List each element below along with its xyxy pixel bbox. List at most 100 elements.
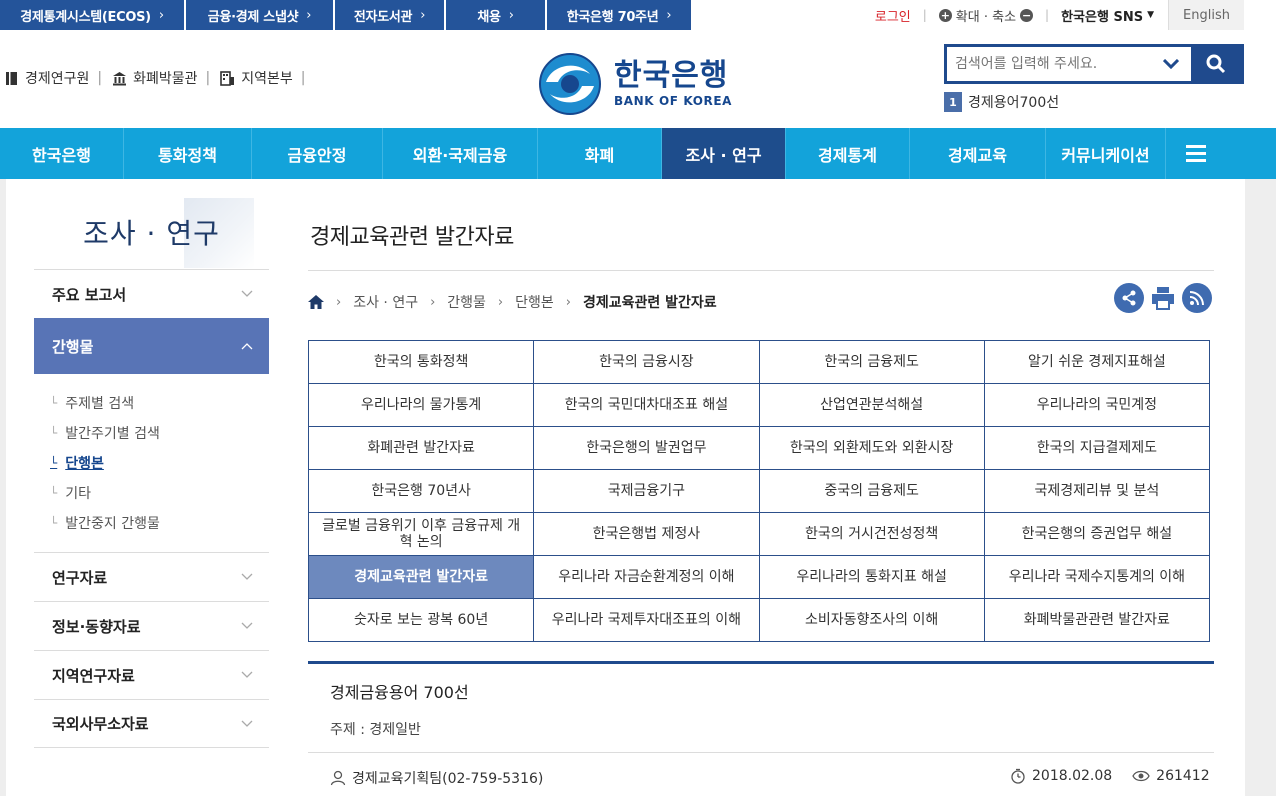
zoom-in-icon[interactable]: +: [938, 8, 952, 22]
publication-link[interactable]: 소비자동향조사의 이해: [758, 598, 985, 642]
publication-link[interactable]: 한국의 외환제도와 외환시장: [758, 426, 985, 470]
bank-logo[interactable]: 한국은행 BANK OF KOREA: [538, 52, 732, 116]
publication-link[interactable]: 중국의 금융제도: [758, 469, 985, 513]
publication-link[interactable]: 우리나라 국제투자대조표의 이해: [533, 598, 760, 642]
publication-link[interactable]: 한국은행법 제정사: [533, 512, 760, 556]
nav-item-education[interactable]: 경제교육: [910, 128, 1046, 179]
sidebar-subitem-label: 주제별 검색: [65, 396, 135, 412]
nav-item-communication[interactable]: 커뮤니케이션: [1046, 128, 1166, 179]
publication-link[interactable]: 국제금융기구: [533, 469, 760, 513]
sidebar-item-research-data[interactable]: 연구자료: [34, 552, 269, 601]
nav-item-research[interactable]: 조사 · 연구: [662, 128, 786, 179]
publication-link[interactable]: 한국은행의 증권업무 해설: [983, 512, 1211, 556]
publication-link[interactable]: 한국의 국민대차대조표 해설: [533, 383, 760, 427]
publication-link[interactable]: 국제경제리뷰 및 분석: [983, 469, 1211, 513]
header-link-institute[interactable]: 경제연구원: [4, 68, 89, 88]
popular-keyword[interactable]: 1 경제용어700선: [944, 92, 1059, 112]
chevron-right-icon: ›: [565, 294, 571, 310]
publication-link[interactable]: 한국은행 70년사: [307, 469, 535, 513]
quick-link-ecos[interactable]: 경제통계시스템(ECOS) ›: [0, 0, 184, 30]
breadcrumb-item[interactable]: 조사 · 연구: [353, 292, 418, 312]
nav-item-monetary-policy[interactable]: 통화정책: [124, 128, 252, 179]
search-button[interactable]: [1191, 47, 1241, 81]
sidebar-item-label: 국외사무소자료: [52, 715, 149, 733]
sidebar-subitem-books[interactable]: └ 단행본: [50, 448, 269, 478]
publication-link[interactable]: 화폐박물관관련 발간자료: [983, 598, 1211, 642]
publication-link[interactable]: 한국의 금융제도: [758, 340, 985, 384]
all-menu-button[interactable]: [1166, 128, 1226, 179]
museum-icon: [113, 71, 127, 85]
publication-link[interactable]: 우리나라의 물가통계: [307, 383, 535, 427]
breadcrumb-item[interactable]: 단행본: [515, 292, 554, 312]
share-button[interactable]: [1114, 283, 1144, 313]
quick-link-library[interactable]: 전자도서관 ›: [335, 0, 444, 30]
publication-link[interactable]: 한국은행의 발권업무: [533, 426, 760, 470]
zoom-out-icon[interactable]: −: [1020, 8, 1034, 22]
publication-link[interactable]: 글로벌 금융위기 이후 금융규제 개혁 논의: [307, 512, 535, 556]
header-link-label: 지역본부: [241, 71, 293, 87]
nav-item-financial-stability[interactable]: 금융안정: [252, 128, 383, 179]
sidebar-item-main-reports[interactable]: 주요 보고서: [34, 269, 269, 318]
sidebar-item-regional-research[interactable]: 지역연구자료: [34, 650, 269, 699]
header-link-regional[interactable]: 지역본부: [220, 68, 293, 88]
chevron-right-icon: ›: [666, 7, 672, 23]
sidebar-subitem-discontinued[interactable]: └ 발간중지 간행물: [50, 508, 269, 538]
caret-down-icon: ▼: [1147, 10, 1154, 20]
sidebar-item-info-trends[interactable]: 정보·동향자료: [34, 601, 269, 650]
sidebar-item-overseas-offices[interactable]: 국외사무소자료: [34, 699, 269, 748]
sidebar-subitem-by-subject[interactable]: └ 주제별 검색: [50, 388, 269, 418]
quick-link-recruit[interactable]: 채용 ›: [446, 0, 545, 30]
sidebar-subitem-label: 기타: [65, 486, 91, 502]
grid-row: 숫자로 보는 광복 60년 우리나라 국제투자대조표의 이해 소비자동향조사의 이해…: [307, 598, 1211, 642]
rss-button[interactable]: [1182, 283, 1212, 313]
nav-item-currency[interactable]: 화폐: [538, 128, 662, 179]
publication-meta: 2018.02.08 261412: [1010, 768, 1210, 784]
print-button[interactable]: [1148, 283, 1178, 313]
sidebar-item-publications[interactable]: 간행물: [34, 318, 269, 374]
publication-link[interactable]: 우리나라 자금순환계정의 이해: [533, 555, 760, 599]
publication-link[interactable]: 한국의 거시건전성정책: [758, 512, 985, 556]
publication-link[interactable]: 화폐관련 발간자료: [307, 426, 535, 470]
building-icon: [220, 70, 235, 86]
publication-link[interactable]: 우리나라 국제수지통계의 이해: [983, 555, 1211, 599]
publication-link[interactable]: 경제교육관련 발간자료: [307, 555, 535, 599]
detail-top-border: [308, 661, 1214, 664]
publication-link[interactable]: 우리나라의 국민계정: [983, 383, 1211, 427]
logo-text: 한국은행 BANK OF KOREA: [614, 58, 732, 109]
nav-item-bok[interactable]: 한국은행: [0, 128, 124, 179]
sidebar-title: 조사 · 연구: [83, 217, 220, 250]
search-icon: [1206, 54, 1226, 74]
logo-korean: 한국은행: [614, 58, 729, 93]
english-link[interactable]: English: [1168, 0, 1244, 30]
divider: |: [300, 70, 306, 86]
sns-dropdown[interactable]: 한국은행 SNS ▼: [1061, 6, 1154, 25]
share-icon: [1122, 290, 1136, 306]
login-link[interactable]: 로그인: [875, 6, 911, 25]
publication-link[interactable]: 산업연관분석해설: [758, 383, 985, 427]
quick-link-snapshot[interactable]: 금융·경제 스냅샷 ›: [186, 0, 333, 30]
corner-bullet-icon: └: [50, 516, 58, 530]
header-link-museum[interactable]: 화폐박물관: [112, 68, 198, 88]
breadcrumb-item[interactable]: 간행물: [447, 292, 486, 312]
rss-icon: [1189, 291, 1204, 306]
chevron-right-icon: ›: [430, 294, 436, 310]
nav-item-statistics[interactable]: 경제통계: [786, 128, 910, 179]
search-input[interactable]: [947, 47, 1151, 81]
publication-link[interactable]: 우리나라의 통화지표 해설: [758, 555, 985, 599]
divider: [308, 752, 1214, 753]
breadcrumb: › 조사 · 연구 › 간행물 › 단행본 › 경제교육관련 발간자료: [308, 292, 717, 312]
publication-link[interactable]: 한국의 금융시장: [533, 340, 760, 384]
sidebar-subitem-by-period[interactable]: └ 발간주기별 검색: [50, 418, 269, 448]
divider: |: [922, 8, 927, 22]
publication-link[interactable]: 숫자로 보는 광복 60년: [307, 598, 535, 642]
sidebar-subitem-other[interactable]: └ 기타: [50, 478, 269, 508]
publication-link[interactable]: 알기 쉬운 경제지표해설: [983, 340, 1211, 384]
home-icon[interactable]: [308, 295, 324, 309]
search-dropdown[interactable]: [1151, 47, 1191, 81]
quick-link-70th[interactable]: 한국은행 70주년 ›: [547, 0, 691, 30]
chevron-right-icon: ›: [508, 7, 514, 23]
publication-link[interactable]: 한국의 지급결제제도: [983, 426, 1211, 470]
publication-link[interactable]: 한국의 통화정책: [307, 340, 535, 384]
nav-item-forex[interactable]: 외환·국제금융: [383, 128, 538, 179]
zoom-control: + 확대 · 축소 −: [938, 6, 1034, 25]
